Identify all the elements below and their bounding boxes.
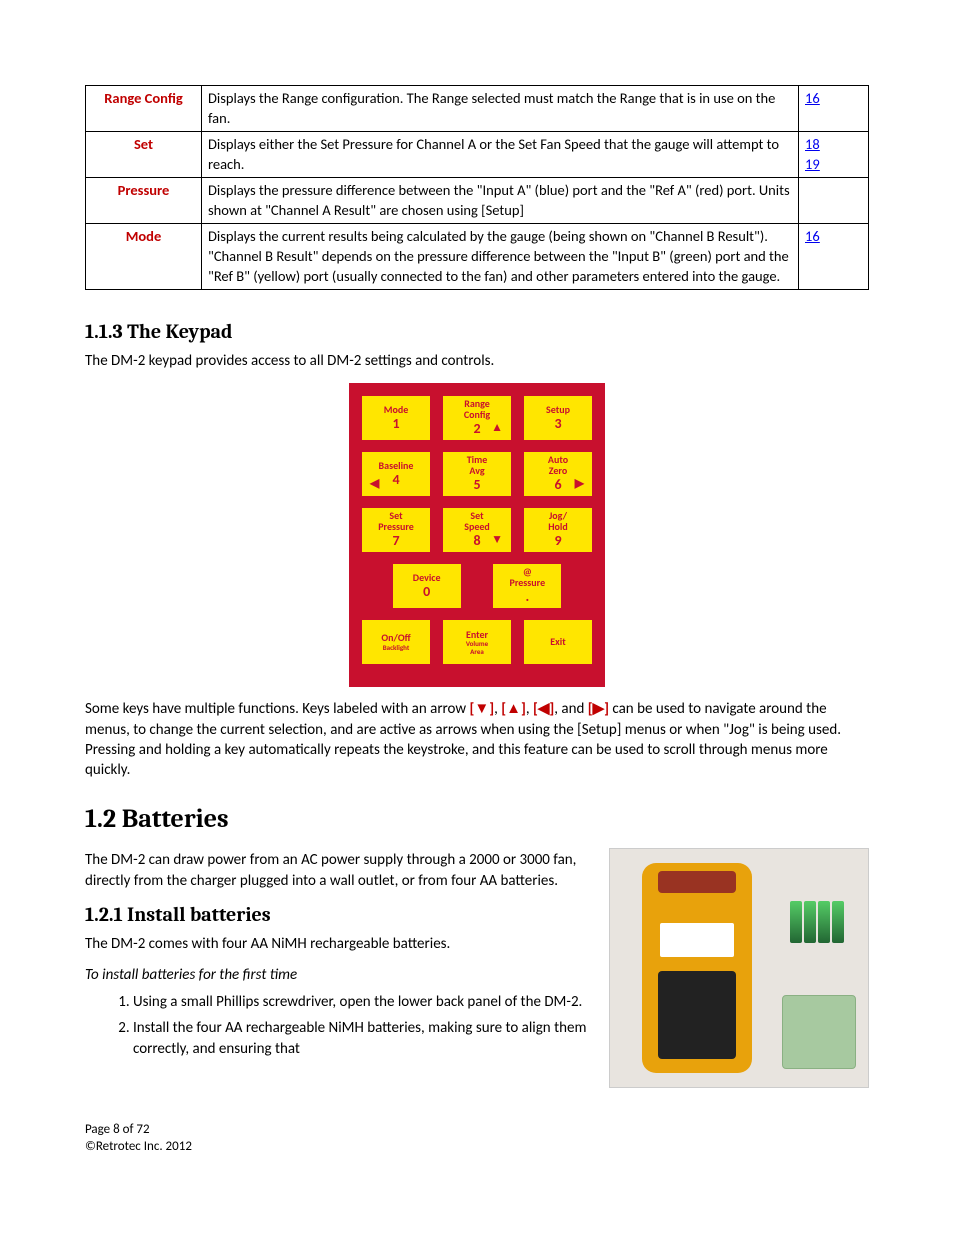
- table-pagelink[interactable]: 16: [799, 224, 869, 290]
- keypad-key: TimeAvg5: [442, 451, 512, 497]
- keypad-key: AutoZero6▶: [523, 451, 593, 497]
- settings-table: Range ConfigDisplays the Range configura…: [85, 85, 869, 290]
- keypad-key: Mode1: [361, 395, 431, 441]
- page-link[interactable]: 19: [805, 155, 862, 175]
- heading-keypad: 1.1.3 The Keypad: [85, 320, 869, 343]
- table-label: Pressure: [86, 178, 202, 224]
- table-label: Range Config: [86, 86, 202, 132]
- install-steps: Using a small Phillips screwdriver, open…: [133, 992, 589, 1059]
- battery-cover: [782, 995, 856, 1069]
- keypad-key: Exit: [523, 619, 593, 665]
- list-item: Install the four AA rechargeable NiMH ba…: [133, 1018, 589, 1059]
- heading-batteries: 1.2 Batteries: [85, 804, 869, 834]
- table-label: Set: [86, 132, 202, 178]
- table-pagelink: [799, 178, 869, 224]
- keypad-key: Setup3: [523, 395, 593, 441]
- keypad-key: SetSpeed8▼: [442, 507, 512, 553]
- batteries-icon: [790, 901, 848, 943]
- page-link[interactable]: 16: [805, 227, 862, 247]
- page-link[interactable]: 18: [805, 135, 862, 155]
- page-footer: Page 8 of 72 ©Retrotec Inc. 2012: [85, 1122, 869, 1156]
- table-pagelink[interactable]: 1819: [799, 132, 869, 178]
- table-desc: Displays either the Set Pressure for Cha…: [202, 132, 799, 178]
- table-label: Mode: [86, 224, 202, 290]
- heading-install: 1.2.1 Install batteries: [85, 903, 589, 926]
- battery-photo: [609, 848, 869, 1088]
- keypad-key: Jog/Hold9: [523, 507, 593, 553]
- keypad-key: RangeConfig2▲: [442, 395, 512, 441]
- list-item: Using a small Phillips screwdriver, open…: [133, 992, 589, 1012]
- keypad-key: @Pressure.: [492, 563, 562, 609]
- device-back: [642, 863, 752, 1073]
- table-desc: Displays the pressure difference between…: [202, 178, 799, 224]
- keypad-after: Some keys have multiple functions. Keys …: [85, 699, 869, 780]
- table-desc: Displays the current results being calcu…: [202, 224, 799, 290]
- keypad-intro: The DM-2 keypad provides access to all D…: [85, 351, 869, 371]
- table-pagelink[interactable]: 16: [799, 86, 869, 132]
- arrow-icon: ▼: [491, 534, 503, 547]
- arrow-icon: ▶: [575, 478, 584, 491]
- keypad-key: EnterVolumeArea: [442, 619, 512, 665]
- arrow-icon: ▲: [491, 422, 503, 435]
- batteries-intro: The DM-2 can draw power from an AC power…: [85, 850, 589, 891]
- keypad-key: Device0: [392, 563, 462, 609]
- keypad-key: SetPressure7: [361, 507, 431, 553]
- keypad-key: On/OffBacklight: [361, 619, 431, 665]
- arrow-icon: ◀: [370, 478, 379, 491]
- install-subhead: To install batteries for the first time: [85, 966, 589, 984]
- keypad-image: Mode1RangeConfig2▲Setup3 Baseline4◀TimeAv…: [349, 383, 605, 687]
- install-intro: The DM-2 comes with four AA NiMH recharg…: [85, 934, 589, 954]
- table-desc: Displays the Range configuration. The Ra…: [202, 86, 799, 132]
- keypad-key: Baseline4◀: [361, 451, 431, 497]
- page-link[interactable]: 16: [805, 89, 862, 109]
